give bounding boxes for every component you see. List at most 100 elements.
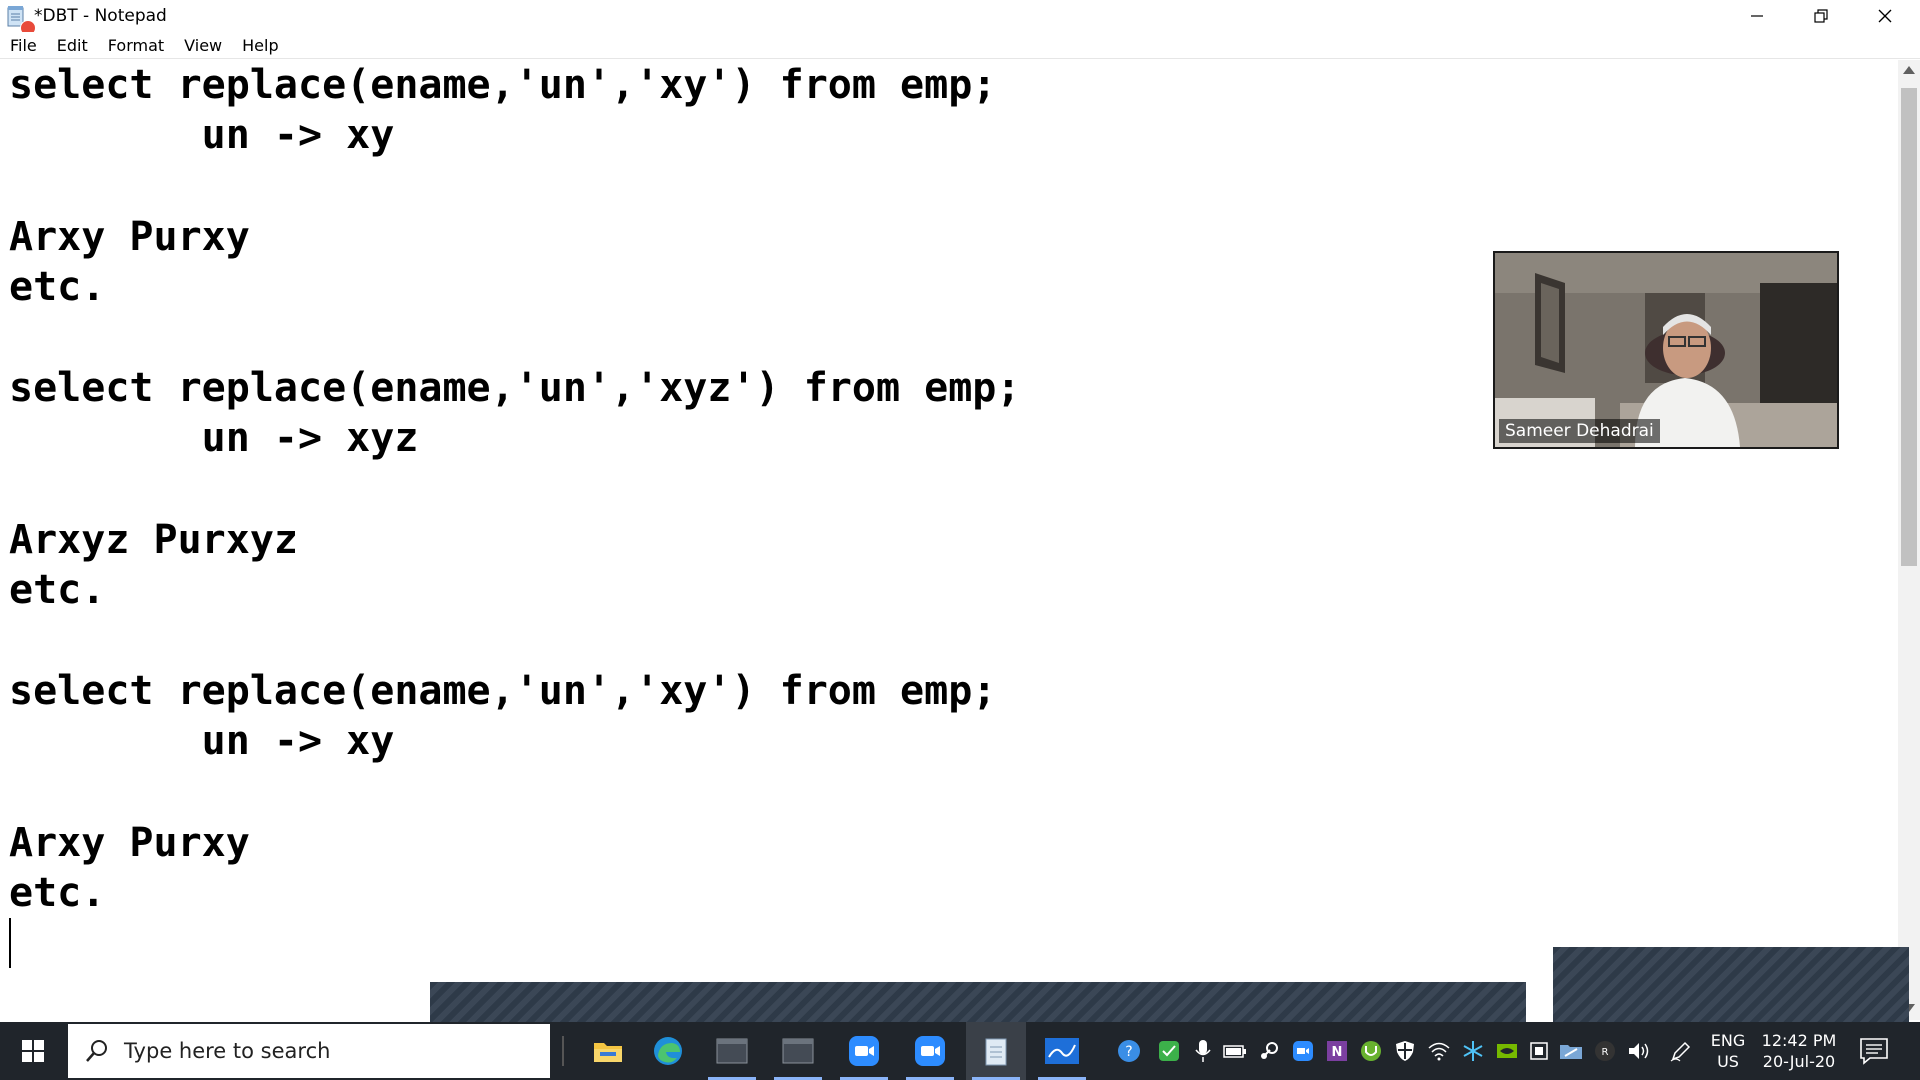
pen-tray-icon[interactable]: [1558, 1038, 1584, 1064]
edge-browser-icon: [654, 1037, 682, 1065]
menu-edit[interactable]: Edit: [47, 36, 98, 55]
battery-icon: [1223, 1045, 1246, 1058]
taskbar-whiteboard[interactable]: [1032, 1022, 1092, 1080]
vertical-scrollbar[interactable]: [1898, 60, 1920, 1020]
whiteboard-icon: [1045, 1038, 1079, 1064]
editor-line: Arxy Purxy: [9, 820, 250, 866]
steam-icon: [1261, 1042, 1278, 1059]
taskbar-zoom-2[interactable]: [900, 1022, 960, 1080]
wifi-tray-icon[interactable]: [1426, 1038, 1452, 1064]
menu-divider: [0, 58, 1920, 59]
language-code: ENG: [1710, 1031, 1746, 1050]
svg-text:R: R: [1602, 1047, 1609, 1058]
audio-device-tray-icon[interactable]: R: [1592, 1038, 1618, 1064]
menu-bar: File Edit Format View Help: [0, 32, 1920, 58]
zoom-tray-icon[interactable]: [1290, 1038, 1316, 1064]
steam-tray-icon[interactable]: [1256, 1038, 1282, 1064]
pen-ink-tray-icon[interactable]: [1668, 1038, 1694, 1064]
battery-tray-icon[interactable]: [1222, 1038, 1248, 1064]
menu-file[interactable]: File: [0, 36, 47, 55]
menu-format[interactable]: Format: [98, 36, 174, 55]
text-editor-area[interactable]: select replace(ename,'un','xy') from emp…: [0, 60, 1898, 1020]
menu-view[interactable]: View: [174, 36, 232, 55]
editor-line: un -> xy: [9, 112, 395, 158]
scrollbar-thumb[interactable]: [1901, 88, 1917, 566]
taskbar-edge[interactable]: [638, 1022, 698, 1080]
editor-line: select replace(ename,'un','xy') from emp…: [9, 668, 997, 714]
pen-icon: [1670, 1041, 1691, 1062]
taskbar: Type here to search ? N R ENG US 12:42 P…: [0, 1022, 1920, 1080]
green-check-icon: [1159, 1041, 1179, 1061]
headphone-icon: R: [1595, 1041, 1615, 1061]
folder-icon: [594, 1043, 622, 1062]
hatched-overlay: [1553, 947, 1909, 1022]
title-bar: *DBT - Notepad: [0, 0, 1920, 36]
help-icon: ?: [1118, 1040, 1140, 1062]
taskbar-file-explorer[interactable]: [578, 1022, 638, 1080]
editor-line: un -> xyz: [9, 415, 419, 461]
window-title: *DBT - Notepad: [34, 6, 167, 26]
restore-button[interactable]: [1790, 0, 1852, 32]
search-icon: [86, 1040, 107, 1062]
editor-line: un -> xy: [9, 718, 395, 764]
taskbar-zoom-1[interactable]: [834, 1022, 894, 1080]
editor-line: select replace(ename,'un','xyz') from em…: [9, 365, 1021, 411]
defender-tray-icon[interactable]: [1392, 1038, 1418, 1064]
editor-line: Arxy Purxy: [9, 214, 250, 260]
taskbar-search-box[interactable]: Type here to search: [68, 1024, 550, 1078]
text-caret: [9, 918, 11, 968]
notifications-icon[interactable]: [1858, 1036, 1890, 1066]
volume-tray-icon[interactable]: [1626, 1038, 1652, 1064]
help-tray-icon[interactable]: ?: [1116, 1038, 1142, 1064]
onenote-icon: N: [1327, 1041, 1347, 1061]
torrent-tray-icon[interactable]: [1358, 1038, 1384, 1064]
menu-help[interactable]: Help: [232, 36, 288, 55]
taskbar-terminal-1[interactable]: [702, 1022, 762, 1080]
svg-text:N: N: [1332, 1045, 1343, 1060]
scroll-up-icon[interactable]: [1903, 66, 1915, 74]
onenote-tray-icon[interactable]: N: [1324, 1038, 1350, 1064]
snowflake-tray-icon[interactable]: [1460, 1038, 1486, 1064]
device-icon: [1530, 1042, 1548, 1060]
nvidia-icon: [1497, 1044, 1517, 1058]
nvidia-tray-icon[interactable]: [1494, 1038, 1520, 1064]
restore-icon: [1814, 9, 1828, 23]
close-icon: [1878, 9, 1892, 23]
snowflake-icon: [1463, 1041, 1483, 1061]
minimize-button[interactable]: [1726, 0, 1788, 32]
start-button[interactable]: [0, 1022, 66, 1080]
svg-text:?: ?: [1125, 1044, 1132, 1060]
microphone-tray-icon[interactable]: [1190, 1038, 1216, 1064]
device-tray-icon[interactable]: [1526, 1038, 1552, 1064]
editor-line: etc.: [9, 567, 106, 613]
clock-time: 12:42 PM: [1761, 1031, 1837, 1050]
wifi-icon: [1428, 1042, 1450, 1061]
input-language[interactable]: ENG US: [1710, 1030, 1746, 1072]
minimize-icon: [1751, 15, 1763, 17]
zoom-video-icon: [915, 1036, 945, 1066]
windows-logo-icon: [22, 1040, 44, 1062]
webcam-video: Sameer Dehadrai: [1493, 251, 1839, 449]
folder-pen-icon: [1560, 1045, 1582, 1059]
clock-date: 20-Jul-20: [1762, 1052, 1836, 1071]
terminal-window-icon: [782, 1038, 814, 1064]
hatched-overlay: [430, 982, 1526, 1022]
security-check-tray-icon[interactable]: [1156, 1038, 1182, 1064]
system-clock[interactable]: 12:42 PM 20-Jul-20: [1756, 1030, 1842, 1072]
close-button[interactable]: [1854, 0, 1916, 32]
shield-icon: [1396, 1041, 1414, 1061]
zoom-small-icon: [1293, 1041, 1313, 1061]
speaker-icon: [1629, 1043, 1649, 1059]
editor-line: select replace(ename,'un','xy') from emp…: [9, 62, 997, 108]
taskbar-notepad[interactable]: [966, 1022, 1026, 1080]
taskbar-terminal-2[interactable]: [768, 1022, 828, 1080]
editor-line: etc.: [9, 870, 106, 916]
search-placeholder: Type here to search: [124, 1039, 331, 1063]
zoom-video-icon: [849, 1036, 879, 1066]
webcam-feed-image: [1495, 253, 1837, 447]
terminal-window-icon: [716, 1038, 748, 1064]
utorrent-icon: [1361, 1041, 1381, 1061]
editor-line: etc.: [9, 264, 106, 310]
microphone-icon: [1195, 1040, 1211, 1062]
editor-line: Arxyz Purxyz: [9, 517, 298, 563]
